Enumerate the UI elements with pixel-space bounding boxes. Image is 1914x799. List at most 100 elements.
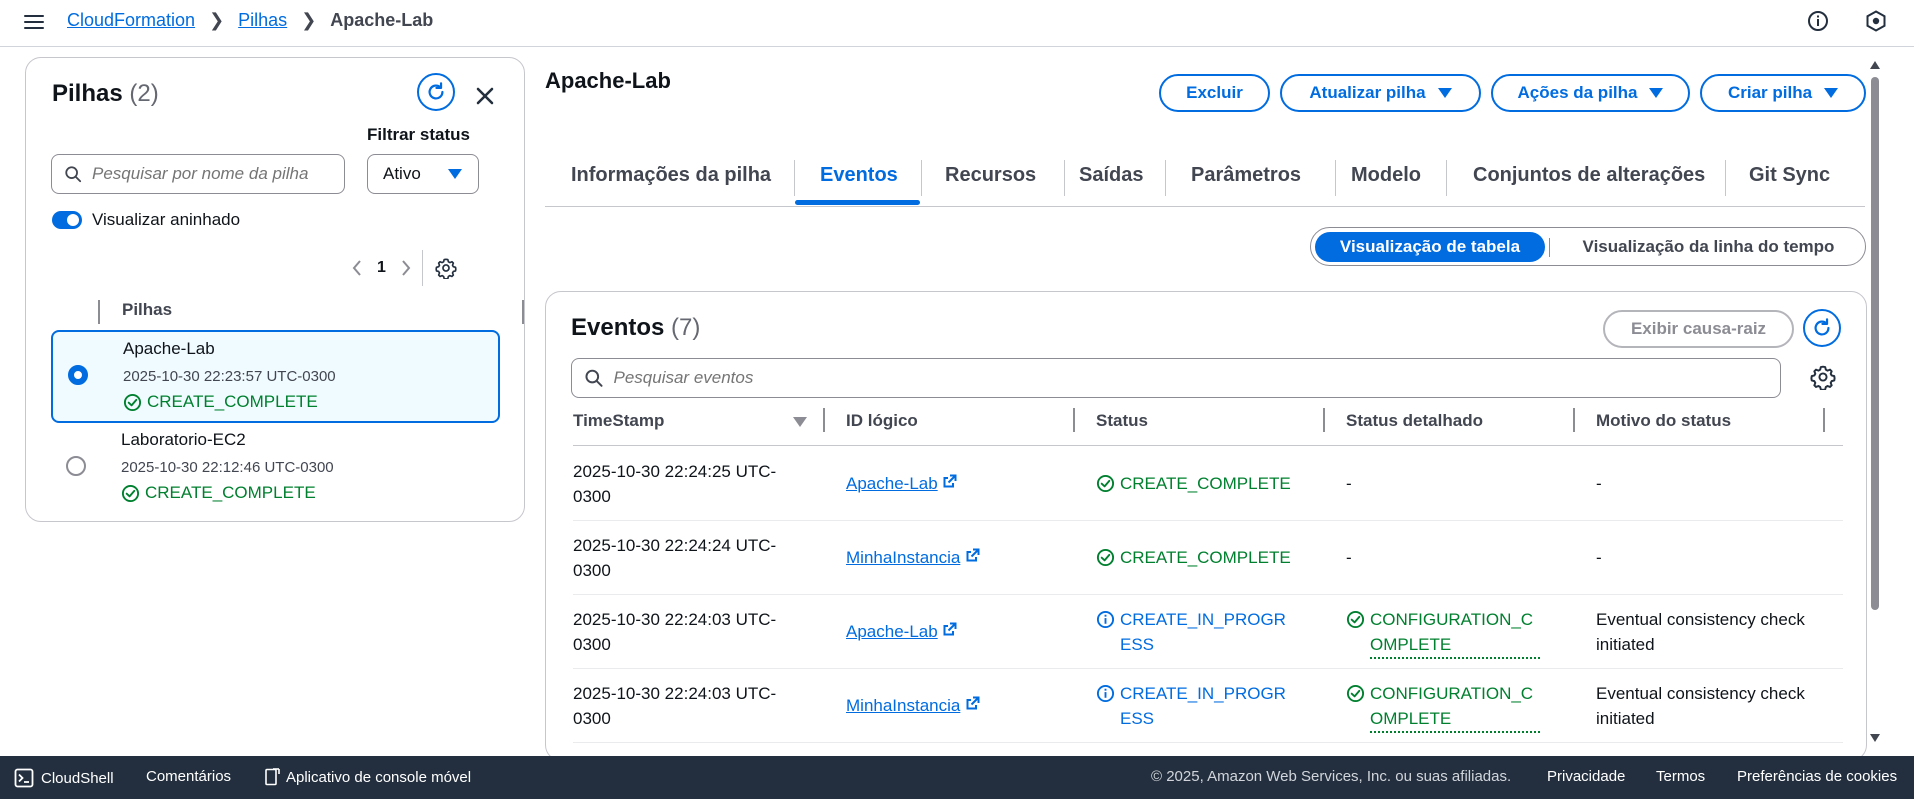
column-header-logical-id[interactable]: ID lógico	[846, 411, 918, 431]
console-footer: CloudShell Comentários Aplicativo de con…	[0, 756, 1914, 799]
cell-status-reason: Eventual consistency check initiated	[1596, 610, 1805, 654]
stack-search-input[interactable]	[92, 164, 344, 184]
external-link-icon[interactable]	[942, 473, 958, 489]
scroll-down-icon[interactable]	[1870, 734, 1880, 742]
info-circle-icon	[1096, 610, 1115, 629]
mobile-app-link[interactable]: Aplicativo de console móvel	[264, 768, 471, 786]
cloudshell-button[interactable]: CloudShell	[14, 768, 114, 788]
cell-logical-id: MinhaInstancia	[846, 545, 981, 570]
page-scrollbar[interactable]	[1867, 57, 1883, 749]
check-circle-icon	[121, 484, 140, 502]
settings-hex-icon[interactable]	[1864, 9, 1888, 33]
column-divider[interactable]	[522, 300, 524, 324]
table-view-option[interactable]: Visualização de tabela	[1315, 232, 1545, 262]
gear-icon[interactable]	[1810, 364, 1836, 390]
tab-git-sync[interactable]: Git Sync	[1749, 164, 1830, 187]
column-resizer[interactable]	[1823, 408, 1825, 432]
top-navigation: CloudFormation ❯ Pilhas ❯ Apache-Lab	[0, 0, 1914, 47]
check-circle-icon	[1346, 684, 1365, 703]
stack-name: Apache-Lab	[123, 339, 215, 358]
column-header-timestamp[interactable]: TimeStamp	[573, 411, 664, 431]
external-link-icon[interactable]	[942, 621, 958, 637]
tab-template[interactable]: Modelo	[1351, 164, 1421, 187]
feedback-link[interactable]: Comentários	[146, 768, 231, 785]
breadcrumb-link-cloudformation[interactable]: CloudFormation	[67, 10, 195, 31]
column-header-detailed-status[interactable]: Status detalhado	[1346, 411, 1483, 431]
tab-stack-info[interactable]: Informações da pilha	[571, 164, 771, 187]
cell-detailed-status[interactable]: CONFIGURATION_COMPLETE	[1346, 681, 1561, 733]
timeline-view-option[interactable]: Visualização da linha do tempo	[1556, 232, 1861, 262]
stack-actions-button[interactable]: Ações da pilha	[1491, 74, 1690, 112]
create-stack-button[interactable]: Criar pilha	[1700, 74, 1866, 112]
table-row: 2025-10-30 22:24:03 UTC-0300 MinhaInstan…	[573, 669, 1843, 743]
column-header-status[interactable]: Status	[1096, 411, 1148, 431]
terms-link[interactable]: Termos	[1656, 768, 1705, 785]
cookie-preferences-link[interactable]: Preferências de cookies	[1737, 768, 1897, 785]
column-resizer[interactable]	[1073, 408, 1075, 432]
scroll-up-icon[interactable]	[1870, 61, 1880, 69]
hamburger-icon[interactable]	[22, 11, 46, 35]
pager-divider	[421, 250, 423, 286]
stack-radio-selected[interactable]	[68, 365, 88, 385]
info-icon[interactable]	[1806, 9, 1830, 33]
segment-divider	[1549, 238, 1550, 257]
close-panel-button[interactable]	[469, 80, 501, 112]
column-resizer[interactable]	[823, 408, 825, 432]
page-title: Apache-Lab	[545, 68, 671, 93]
delete-button[interactable]: Excluir	[1159, 74, 1270, 112]
stack-search-box[interactable]	[51, 154, 345, 194]
nested-view-toggle-row: Visualizar aninhado	[52, 210, 240, 230]
logical-id-link[interactable]: MinhaInstancia	[846, 696, 960, 715]
logical-id-link[interactable]: Apache-Lab	[846, 474, 938, 493]
tab-divider	[1165, 160, 1166, 196]
refresh-stacks-button[interactable]	[417, 73, 455, 111]
tab-events[interactable]: Eventos	[820, 164, 898, 187]
check-circle-icon	[1346, 610, 1365, 629]
chevron-left-icon[interactable]	[351, 259, 363, 277]
chevron-right-icon[interactable]	[400, 259, 412, 277]
tab-change-sets[interactable]: Conjuntos de alterações	[1473, 164, 1705, 187]
events-search-box[interactable]	[571, 358, 1781, 398]
stack-name: Laboratorio-EC2	[121, 430, 246, 449]
search-icon	[65, 166, 82, 183]
mobile-app-icon	[265, 768, 280, 786]
column-resizer[interactable]	[1323, 408, 1325, 432]
stack-radio[interactable]	[66, 456, 86, 476]
update-stack-button[interactable]: Atualizar pilha	[1280, 74, 1481, 112]
page-number[interactable]: 1	[377, 259, 386, 277]
table-row: 2025-10-30 22:24:25 UTC-0300 Apache-Lab …	[573, 447, 1843, 521]
check-circle-icon	[1096, 548, 1115, 567]
tab-outputs[interactable]: Saídas	[1079, 164, 1143, 187]
cell-status: CREATE_IN_PROGRESS	[1096, 681, 1311, 731]
table-row: 2025-10-30 22:24:03 UTC-0300 Apache-Lab …	[573, 595, 1843, 669]
column-resizer[interactable]	[1573, 408, 1575, 432]
events-search-input[interactable]	[613, 368, 1780, 388]
logical-id-link[interactable]: Apache-Lab	[846, 622, 938, 641]
stack-row-laboratorio-ec2[interactable]: Laboratorio-EC2 2025-10-30 22:12:46 UTC-…	[51, 423, 500, 516]
column-header-status-reason[interactable]: Motivo do status	[1596, 411, 1731, 431]
stack-row-apache-lab[interactable]: Apache-Lab 2025-10-30 22:23:57 UTC-0300 …	[51, 330, 500, 423]
filter-status-select[interactable]: Ativo	[367, 154, 479, 194]
cell-detailed-status[interactable]: CONFIGURATION_COMPLETE	[1346, 607, 1561, 659]
sort-desc-icon[interactable]	[793, 417, 807, 427]
cell-logical-id: Apache-Lab	[846, 619, 958, 644]
tab-parameters[interactable]: Parâmetros	[1191, 164, 1301, 187]
active-tab-indicator	[795, 200, 920, 205]
close-icon	[476, 87, 494, 105]
refresh-icon	[428, 82, 444, 100]
gear-icon[interactable]	[435, 257, 457, 279]
scroll-thumb[interactable]	[1871, 77, 1879, 610]
refresh-events-button[interactable]	[1803, 309, 1841, 347]
logical-id-link[interactable]: MinhaInstancia	[846, 548, 960, 567]
nested-view-toggle[interactable]	[52, 211, 82, 229]
nested-view-label: Visualizar aninhado	[92, 210, 241, 229]
breadcrumb-current: Apache-Lab	[330, 9, 434, 30]
tab-resources[interactable]: Recursos	[945, 164, 1036, 187]
breadcrumb-link-pilhas[interactable]: Pilhas	[238, 10, 287, 31]
privacy-link[interactable]: Privacidade	[1547, 768, 1625, 785]
external-link-icon[interactable]	[965, 695, 981, 711]
view-toggle: Visualização de tabela Visualização da l…	[1310, 227, 1866, 266]
stacks-panel: Pilhas (2) Filtrar status Ativo Visualiz…	[25, 57, 525, 522]
external-link-icon[interactable]	[965, 547, 981, 563]
stack-tabs: Informações da pilha Eventos Recursos Sa…	[545, 150, 1865, 207]
